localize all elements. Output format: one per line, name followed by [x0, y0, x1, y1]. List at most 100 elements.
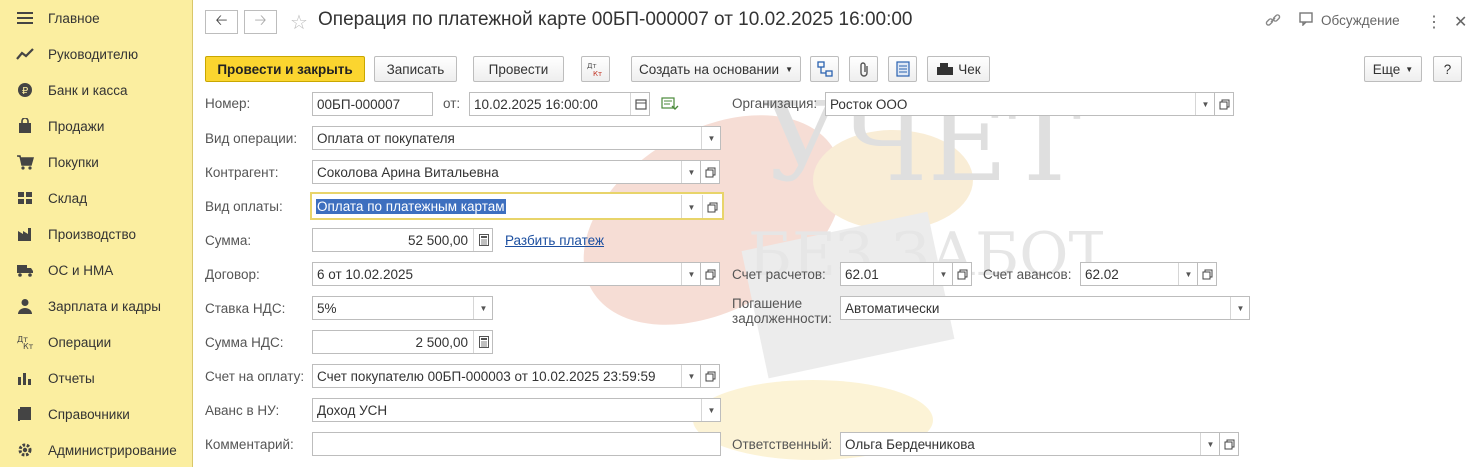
help-button[interactable]: ?	[1433, 56, 1462, 82]
vat-rate-field[interactable]: 5% ▼	[312, 296, 493, 320]
advance-account-open-button[interactable]	[1197, 262, 1217, 286]
discussion-button[interactable]: Обсуждение	[1299, 12, 1400, 29]
chevron-down-icon[interactable]: ▼	[681, 161, 700, 183]
dt-kt-icon: ДтКт	[16, 333, 34, 351]
sidebar-item-references[interactable]: Справочники	[0, 396, 193, 432]
svg-text:Дт: Дт	[587, 62, 597, 70]
sidebar-item-manager[interactable]: Руководителю	[0, 36, 193, 72]
bar-chart-icon	[16, 369, 34, 387]
number-field[interactable]: 00БП-000007	[312, 92, 433, 116]
post-and-close-button[interactable]: Провести и закрыть	[205, 56, 365, 82]
sidebar-item-admin[interactable]: Администрирование	[0, 432, 193, 467]
link-icon[interactable]	[1265, 12, 1281, 28]
back-button[interactable]: 🡠	[205, 10, 238, 34]
sidebar-item-main[interactable]: Главное	[0, 0, 193, 36]
sidebar-item-production[interactable]: Производство	[0, 216, 193, 252]
vat-rate-label: Ставка НДС:	[205, 301, 286, 316]
counterparty-field[interactable]: Соколова Арина Витальевна ▼	[312, 160, 701, 184]
settlement-account-open-button[interactable]	[952, 262, 972, 286]
chevron-down-icon[interactable]: ▼	[681, 263, 700, 285]
discussion-label: Обсуждение	[1321, 13, 1400, 28]
more-label: Еще	[1372, 61, 1401, 77]
settlement-account-field[interactable]: 62.01 ▼	[840, 262, 953, 286]
responsible-field[interactable]: Ольга Бердечникова ▼	[840, 432, 1220, 456]
calculator-icon[interactable]	[473, 229, 492, 251]
save-button[interactable]: Записать	[374, 56, 457, 82]
close-icon[interactable]: ✕	[1454, 12, 1467, 32]
open-window-icon[interactable]	[702, 195, 722, 218]
chevron-down-icon[interactable]: ▼	[681, 195, 701, 218]
more-button[interactable]: Еще ▼	[1364, 56, 1422, 82]
payment-type-label: Вид оплаты:	[205, 199, 283, 214]
sidebar-item-reports[interactable]: Отчеты	[0, 360, 193, 396]
print-doc-button[interactable]	[888, 56, 917, 82]
date-value: 10.02.2025 16:00:00	[474, 96, 598, 112]
chevron-down-icon[interactable]: ▼	[1195, 93, 1214, 115]
sidebar-item-label: ОС и НМА	[48, 262, 114, 278]
amount-label: Сумма:	[205, 233, 252, 248]
chevron-down-icon[interactable]: ▼	[1230, 297, 1249, 319]
sidebar-item-label: Операции	[48, 334, 112, 350]
contract-open-button[interactable]	[700, 262, 720, 286]
debt-repayment-field[interactable]: Автоматически ▼	[840, 296, 1250, 320]
comment-field[interactable]	[312, 432, 721, 456]
sidebar-item-sales[interactable]: Продажи	[0, 108, 193, 144]
contract-field[interactable]: 6 от 10.02.2025 ▼	[312, 262, 701, 286]
sidebar-item-purchases[interactable]: Покупки	[0, 144, 193, 180]
contract-label: Договор:	[205, 267, 260, 282]
sidebar-item-operations[interactable]: Дт Кт Операции	[0, 324, 193, 360]
calculator-icon[interactable]	[473, 331, 492, 353]
dt-kt-button[interactable]: Дт Кт	[581, 56, 610, 82]
forward-button[interactable]: 🡢	[244, 10, 277, 34]
vat-amount-field[interactable]: 2 500,00	[312, 330, 493, 354]
sidebar-item-warehouse[interactable]: Склад	[0, 180, 193, 216]
sidebar-item-label: Главное	[48, 10, 100, 26]
sidebar-item-hr[interactable]: Зарплата и кадры	[0, 288, 193, 324]
responsible-open-button[interactable]	[1219, 432, 1239, 456]
receipt-button[interactable]: Чек	[927, 56, 990, 82]
chevron-down-icon[interactable]: ▼	[681, 365, 700, 387]
chevron-down-icon[interactable]: ▼	[473, 297, 492, 319]
chevron-down-icon[interactable]: ▼	[701, 399, 720, 421]
date-field[interactable]: 10.02.2025 16:00:00	[469, 92, 650, 116]
invoice-open-button[interactable]	[700, 364, 720, 388]
organization-field[interactable]: Росток ООО ▼	[825, 92, 1215, 116]
bag-icon	[16, 117, 34, 135]
payment-type-field[interactable]: Оплата по платежным картам ▼	[310, 192, 724, 220]
organization-open-button[interactable]	[1214, 92, 1234, 116]
advance-account-field[interactable]: 62.02 ▼	[1080, 262, 1198, 286]
chevron-down-icon[interactable]: ▼	[933, 263, 952, 285]
structure-button[interactable]	[810, 56, 839, 82]
sidebar-item-label: Производство	[48, 226, 137, 242]
chevron-down-icon[interactable]: ▼	[1178, 263, 1197, 285]
arrow-left-icon: 🡠	[215, 11, 228, 29]
attach-button[interactable]	[849, 56, 878, 82]
invoice-label: Счет на оплату:	[205, 369, 305, 384]
amount-field[interactable]: 52 500,00	[312, 228, 493, 252]
calendar-icon[interactable]	[630, 93, 649, 115]
payment-type-value: Оплата по платежным картам	[316, 198, 506, 214]
sidebar-item-bank[interactable]: ₽ Банк и касса	[0, 72, 193, 108]
debt-repayment-label: Погашение задолженности:	[732, 296, 832, 326]
create-based-on-button[interactable]: Создать на основании ▼	[631, 56, 801, 82]
operation-type-field[interactable]: Оплата от покупателя ▼	[312, 126, 721, 150]
chevron-down-icon[interactable]: ▼	[701, 127, 720, 149]
invoice-field[interactable]: Счет покупателю 00БП-000003 от 10.02.202…	[312, 364, 701, 388]
post-button[interactable]: Провести	[473, 56, 564, 82]
favorite-star-icon[interactable]: ☆	[290, 10, 308, 35]
open-window-icon	[1219, 99, 1229, 109]
counterparty-label: Контрагент:	[205, 165, 279, 180]
split-payment-link[interactable]: Разбить платеж	[505, 233, 604, 248]
sidebar-item-label: Склад	[48, 190, 88, 206]
date-sync-icon[interactable]	[661, 97, 679, 114]
chevron-down-icon[interactable]: ▼	[1200, 433, 1219, 455]
date-label: от:	[443, 96, 461, 111]
advance-tax-field[interactable]: Доход УСН ▼	[312, 398, 721, 422]
responsible-value: Ольга Бердечникова	[845, 436, 975, 452]
counterparty-open-button[interactable]	[700, 160, 720, 184]
cart-icon	[16, 153, 34, 171]
more-vertical-icon[interactable]: ⋮	[1426, 12, 1442, 32]
sidebar-item-assets[interactable]: ОС и НМА	[0, 252, 193, 288]
contract-value: 6 от 10.02.2025	[317, 266, 413, 282]
comment-label: Комментарий:	[205, 437, 294, 452]
